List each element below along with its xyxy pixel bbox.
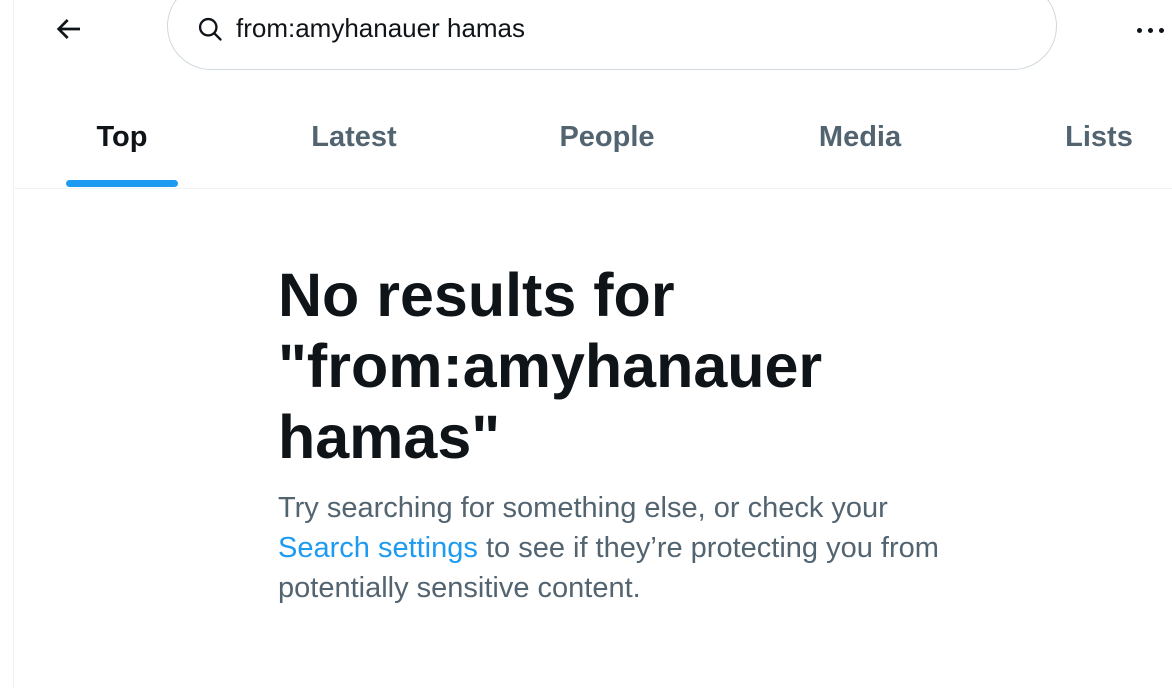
tab-lists[interactable]: Lists [1054,86,1144,188]
more-dot [1158,27,1164,33]
more-dot [1136,27,1142,33]
tab-media[interactable]: Media [804,86,916,188]
arrow-left-icon [56,19,80,39]
search-tabs: Top Latest People Media Lists [14,86,1172,188]
tab-latest[interactable]: Latest [294,86,414,188]
empty-state-title: No results for "from:amyhanauer hamas" [278,261,823,471]
more-button[interactable] [1128,10,1172,50]
more-dot [1147,27,1153,33]
search-settings-link[interactable]: Search settings [278,532,478,564]
description-text: Try searching for something else, or che… [278,492,888,524]
empty-state-description: Try searching for something else, or che… [278,488,958,608]
tab-people[interactable]: People [544,86,670,188]
search-box[interactable] [167,0,1057,70]
search-icon [196,15,224,43]
search-input[interactable] [236,13,996,43]
back-button[interactable] [36,0,100,58]
tab-top[interactable]: Top [66,86,178,188]
active-tab-indicator [66,180,178,187]
tabs-divider [14,188,1172,189]
